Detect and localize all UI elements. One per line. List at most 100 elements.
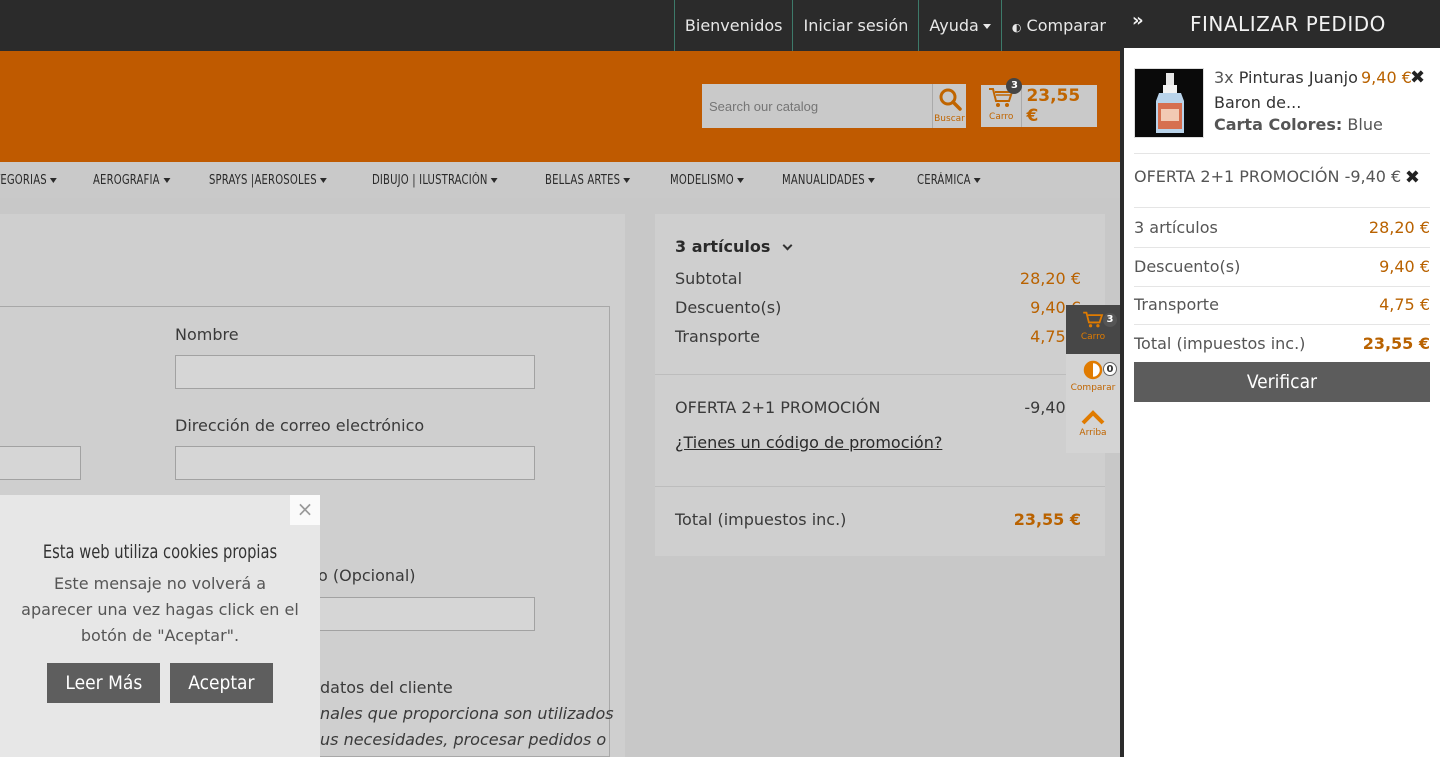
caret-down-icon xyxy=(868,177,876,183)
help-dropdown[interactable]: Ayuda xyxy=(918,0,1000,51)
total-row: Total (impuestos inc.) 23,55 € xyxy=(675,510,1081,529)
floating-cart-button[interactable]: Carro 3 xyxy=(1066,305,1120,354)
email-label: Dirección de correo electrónico xyxy=(175,416,425,435)
cart-item: 3x Pinturas Juanjo Baron de... 9,40 € ✖ … xyxy=(1134,65,1430,153)
divider xyxy=(1134,207,1430,208)
panel-row-label: Transporte xyxy=(1134,295,1219,314)
optional-field[interactable] xyxy=(310,597,535,631)
top-nav: Bienvenidos Iniciar sesión Ayuda ◐ Compa… xyxy=(673,0,1106,51)
cart-total: 23,55 € xyxy=(1026,86,1081,126)
compare-label: Comparar xyxy=(1026,16,1106,35)
paint-bottle-image xyxy=(1135,69,1203,137)
item-name[interactable]: Pinturas Juanjo Baron de... xyxy=(1214,68,1358,112)
name-field[interactable] xyxy=(175,355,535,389)
privacy-line: nales que proporciona son utilizados xyxy=(320,704,614,723)
menu-item-sprays[interactable]: SPRAYS |AEROSOLES xyxy=(208,172,328,188)
items-toggle-label: 3 artículos xyxy=(675,237,771,256)
discount-label: Descuento(s) xyxy=(675,298,782,317)
item-price: 9,40 € xyxy=(1361,68,1412,87)
cart-count-badge: 3 xyxy=(1006,78,1023,94)
search-button-label: Buscar xyxy=(934,114,965,124)
search-icon xyxy=(939,88,962,111)
attr-label: Carta Colores: xyxy=(1214,115,1343,134)
subtotal-row: Subtotal 28,20 € xyxy=(675,269,1081,288)
cart-label: Carro xyxy=(989,112,1014,122)
email-field[interactable] xyxy=(175,446,535,480)
panel-row-value: 4,75 € xyxy=(1379,295,1430,314)
menu-item-label: MODELISMO xyxy=(670,172,735,188)
optional-label: o (Opcional) xyxy=(318,566,416,585)
discount-row: Descuento(s) 9,40 € xyxy=(675,298,1081,317)
floating-compare-button[interactable]: Comparar 0 xyxy=(1066,354,1120,403)
welcome-link[interactable]: Bienvenidos xyxy=(673,0,793,51)
divider xyxy=(1134,324,1430,325)
caret-down-icon xyxy=(623,177,631,183)
cart-summary: 3 artículos Subtotal 28,20 € Descuento(s)… xyxy=(655,214,1105,556)
menu-item-ceramica[interactable]: CERÁMICA xyxy=(917,173,981,188)
panel-row-label: 3 artículos xyxy=(1134,218,1218,237)
privacy-line: us necesidades, procesar pedidos o xyxy=(320,730,607,749)
floating-compare-badge: 0 xyxy=(1103,362,1117,376)
menu-item-bellas-artes[interactable]: BELLAS ARTES xyxy=(545,173,631,188)
menu-item-modelismo[interactable]: MODELISMO xyxy=(670,172,745,188)
double-chevron-right-icon[interactable]: » xyxy=(1132,10,1144,31)
menu-item-manualidades[interactable]: MANUALIDADES xyxy=(782,173,876,188)
subtotal-label: Subtotal xyxy=(675,269,743,288)
panel-header: » FINALIZAR PEDIDO xyxy=(1124,0,1440,48)
order-side-panel: » FINALIZAR PEDIDO 3x Pinturas Juanjo Ba… xyxy=(1120,0,1440,757)
divider xyxy=(655,486,1105,487)
floating-compare-label: Comparar xyxy=(1070,383,1116,393)
promo-code-link[interactable]: ¿Tienes un código de promoción? xyxy=(675,433,942,452)
floating-cart-label: Carro xyxy=(1080,332,1106,342)
site-header: Buscar Carro 3 23,55 € xyxy=(0,51,1120,162)
divider xyxy=(1134,247,1430,248)
menu-item-aerografia[interactable]: AEROGRAFIA xyxy=(93,172,171,188)
header-cart[interactable]: Carro 3 23,55 € xyxy=(981,78,1097,127)
panel-total-label: Total (impuestos inc.) xyxy=(1134,334,1306,353)
floating-toolbar: Carro 3 Comparar 0 Arriba xyxy=(1066,305,1120,453)
remove-promo-icon[interactable]: ✖ xyxy=(1405,167,1420,188)
top-bar: Bienvenidos Iniciar sesión Ayuda ◐ Compa… xyxy=(0,0,1120,51)
cookie-title: Esta web utiliza cookies propias xyxy=(42,541,278,563)
divider xyxy=(655,374,1105,375)
attr-value: Blue xyxy=(1347,115,1383,134)
menu-item-dibujo[interactable]: DIBUJO | ILUSTRACIÓN xyxy=(372,172,499,188)
close-icon[interactable]: × xyxy=(290,495,320,525)
caret-down-icon xyxy=(320,177,328,183)
search-input[interactable] xyxy=(702,84,932,128)
items-toggle[interactable]: 3 artículos xyxy=(675,237,793,256)
panel-promo-row: OFERTA 2+1 PROMOCIÓN -9,40 € ✖ xyxy=(1134,167,1430,188)
privacy-title: datos del cliente xyxy=(320,678,453,697)
compare-link[interactable]: ◐ Comparar xyxy=(1000,0,1106,51)
panel-total-value: 23,55 € xyxy=(1362,334,1430,353)
search-button[interactable]: Buscar xyxy=(932,84,966,128)
cookie-message: Este mensaje no volverá a aparecer una v… xyxy=(21,574,299,645)
panel-total-row: Total (impuestos inc.) 23,55 € xyxy=(1134,334,1430,353)
lastname-field[interactable] xyxy=(0,446,81,480)
menu-item-label: AEROGRAFIA xyxy=(93,172,161,188)
menu-item-label: SPRAYS |AEROSOLES xyxy=(208,172,317,188)
name-label: Nombre xyxy=(175,325,239,344)
contrast-icon: ◐ xyxy=(1011,21,1022,34)
contrast-icon xyxy=(1083,360,1103,380)
login-link[interactable]: Iniciar sesión xyxy=(792,0,918,51)
chevron-down-icon xyxy=(782,240,793,251)
panel-row-value: 28,20 € xyxy=(1368,218,1430,237)
shipping-label: Transporte xyxy=(675,327,760,346)
chevron-up-icon xyxy=(1081,410,1105,425)
promo-row: OFERTA 2+1 PROMOCIÓN -9,40 € xyxy=(675,398,1081,417)
product-thumbnail[interactable] xyxy=(1134,68,1204,138)
subtotal-value: 28,20 € xyxy=(1019,269,1081,288)
panel-row-value: 9,40 € xyxy=(1379,257,1430,276)
remove-item-icon[interactable]: ✖ xyxy=(1410,65,1425,90)
back-to-top-button[interactable]: Arriba xyxy=(1066,403,1120,452)
read-more-button[interactable]: Leer Más xyxy=(47,663,161,703)
panel-row-label: Descuento(s) xyxy=(1134,257,1241,276)
accept-button[interactable]: Aceptar xyxy=(170,663,273,703)
main-menu: TEGORIAS AEROGRAFIA SPRAYS |AEROSOLES DI… xyxy=(0,162,1120,198)
panel-discount-row: Descuento(s) 9,40 € xyxy=(1134,257,1430,276)
menu-item-label: DIBUJO | ILUSTRACIÓN xyxy=(372,172,488,188)
promo-label: OFERTA 2+1 PROMOCIÓN xyxy=(675,398,881,417)
verify-button[interactable]: Verificar xyxy=(1134,362,1430,402)
menu-item-categorias[interactable]: TEGORIAS xyxy=(0,173,58,188)
